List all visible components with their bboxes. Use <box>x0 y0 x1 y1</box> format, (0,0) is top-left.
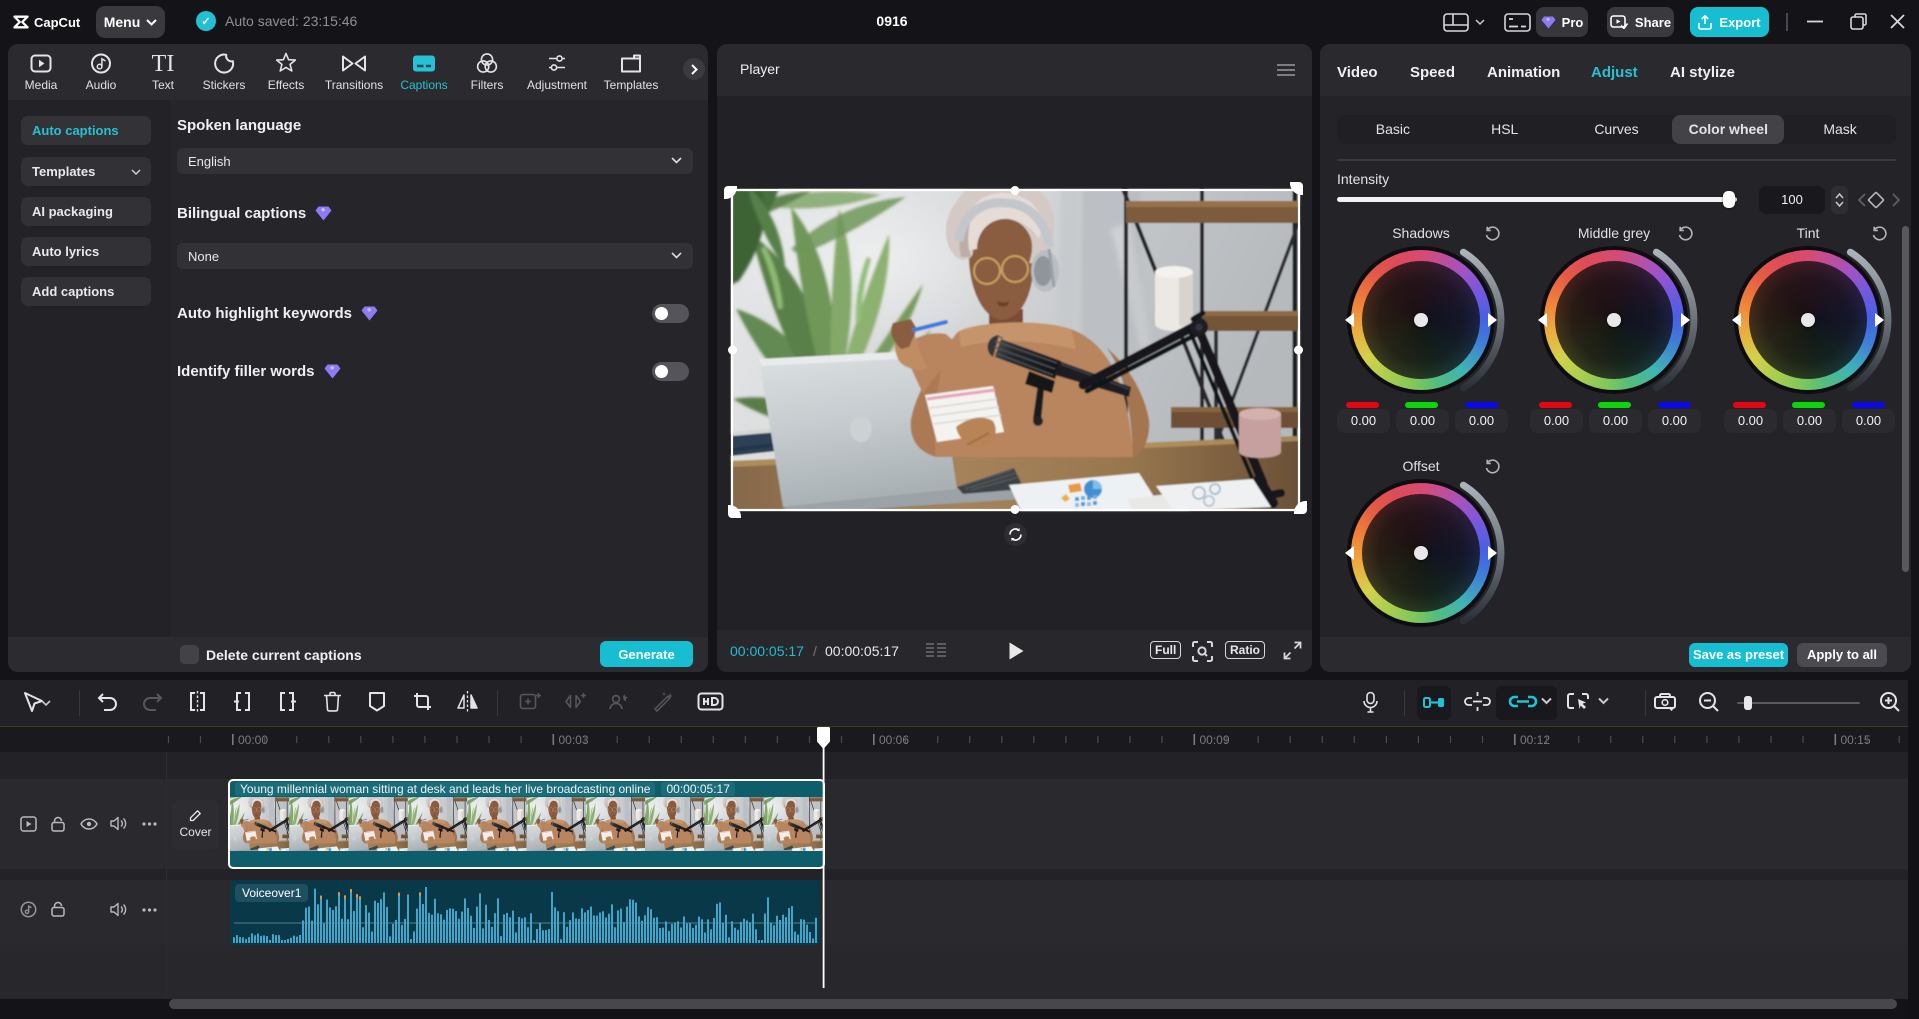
svg-text:00:12: 00:12 <box>1520 733 1550 747</box>
svg-text:00:09: 00:09 <box>1200 733 1230 747</box>
svg-text:00:00: 00:00 <box>238 733 268 747</box>
svg-text:00:03: 00:03 <box>559 733 589 747</box>
svg-text:00:15: 00:15 <box>1841 733 1871 747</box>
svg-text:00:06: 00:06 <box>879 733 909 747</box>
svg-text:TI: TI <box>152 52 175 75</box>
